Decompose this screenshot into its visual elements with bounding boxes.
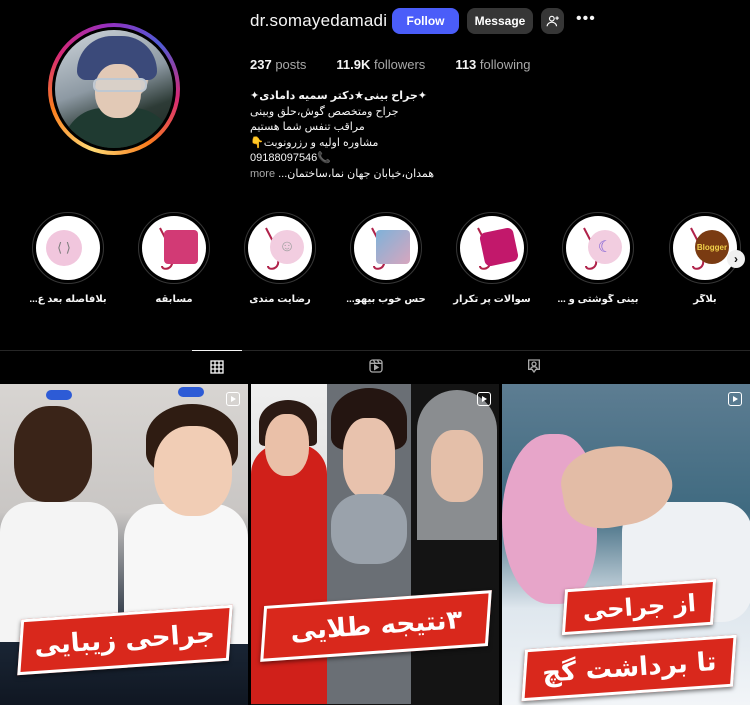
following-label: following [479, 57, 531, 72]
followers-label: followers [374, 57, 426, 72]
tab-reels[interactable] [351, 350, 401, 382]
tab-tagged[interactable] [509, 350, 559, 382]
profile-bio: ✦جراح بینی★دکتر سمیه دامادی✦ جراح ومتخصص… [250, 89, 520, 182]
grid-icon [210, 359, 224, 374]
bio-line: جراح ومتخصص گوش،حلق وبینی [250, 105, 399, 118]
add-user-icon [546, 15, 559, 27]
story-highlights: Blogger بلاگر ☾ بینی گوشتی و ... سوالات … [0, 212, 750, 312]
highlights-next-arrow-icon[interactable]: › [727, 250, 745, 268]
reel-badge-icon [477, 392, 491, 406]
posts-label: posts [275, 57, 307, 72]
highlight-fleshy-nose[interactable]: ☾ بینی گوشتی و ... [553, 212, 643, 305]
tab-posts[interactable] [192, 350, 242, 382]
smile-icon: ☺ [270, 230, 304, 264]
highlight-faq[interactable]: سوالات پر تکرار [447, 212, 537, 305]
grid-post[interactable]: ۳نتیجه طلایی [251, 384, 499, 705]
followers-stat[interactable]: 11.9K followers [336, 57, 425, 72]
suggested-users-button[interactable] [541, 8, 564, 34]
bio-phone: 09188097546📞 [250, 152, 331, 164]
grid-post[interactable]: جراحی زیبایی [0, 384, 248, 705]
highlight-good-feeling[interactable]: حس خوب بیهو... [341, 212, 431, 305]
bio-line: مشاوره اولیه و رزرونوبت👇 [250, 136, 379, 149]
highlight-after-surgery[interactable]: ⟨ ⟩ بلافاصله بعد ع... [23, 212, 113, 305]
profile-stats: 237 posts 11.9K followers 113 following [250, 57, 561, 72]
bio-line: ✦جراح بینی★دکتر سمیه دامادی✦ [250, 90, 427, 102]
post-caption-text: تا برداشت گچ [540, 647, 718, 689]
avatar-photo [55, 30, 173, 148]
highlight-label: بلافاصله بعد ع... [29, 294, 107, 305]
profile-avatar-ring[interactable] [48, 23, 180, 155]
profile-avatar [52, 27, 176, 151]
reel-badge-icon [728, 392, 742, 406]
posts-count: 237 [250, 57, 272, 72]
highlight-label: بینی گوشتی و ... [557, 294, 639, 305]
reels-icon [369, 359, 383, 373]
moon-icon: ☾ [588, 230, 622, 264]
bio-line: همدان،خیابان جهان نما،ساختمان... more [250, 167, 520, 183]
highlight-label: بلاگر [693, 294, 717, 305]
highlight-ring: Blogger [669, 212, 741, 284]
bio-line: مراقب تنفس شما هستیم [250, 121, 365, 133]
tagged-icon [528, 359, 540, 374]
gift-icon [164, 230, 198, 264]
highlight-label: مسابقه [155, 294, 193, 305]
highlight-satisfaction[interactable]: ☺ رضایت مندی [235, 212, 325, 305]
faq-badge-icon [478, 226, 520, 268]
message-button[interactable]: Message [467, 8, 533, 34]
post-caption-text: ۳نتیجه طلایی [288, 605, 464, 647]
lungs-icon: ⟨ ⟩ [46, 230, 82, 266]
photo-thumbnail-icon [376, 230, 410, 264]
bio-address: همدان،خیابان جهان نما،ساختمان... [278, 167, 435, 180]
highlight-label: سوالات پر تکرار [453, 294, 531, 305]
grid-post[interactable]: از جراحی تا برداشت گچ [502, 384, 750, 705]
post-caption-text: جراحی زیبایی [33, 618, 217, 662]
following-count: 113 [455, 57, 477, 72]
post-caption-bottom: تا برداشت گچ [521, 634, 737, 702]
highlight-label: حس خوب بیهو... [346, 294, 426, 305]
highlight-contest[interactable]: مسابقه [129, 212, 219, 305]
followers-count: 11.9K [336, 57, 371, 72]
bio-more-link[interactable]: more [250, 168, 275, 180]
blogger-badge-icon: Blogger [695, 230, 729, 264]
follow-button[interactable]: Follow [392, 8, 459, 34]
highlight-label: رضایت مندی [249, 294, 311, 305]
following-stat[interactable]: 113 following [455, 57, 530, 72]
posts-stat: 237 posts [250, 57, 306, 72]
reel-badge-icon [226, 392, 240, 406]
profile-username: dr.somayedamadi [250, 11, 388, 30]
posts-grid: جراحی زیبایی ۳نتیجه طلایی از جراحی تا بر… [0, 384, 750, 705]
options-icon[interactable]: ••• [576, 10, 596, 28]
post-caption-top: از جراحی [561, 578, 717, 636]
post-caption-text: از جراحی [581, 589, 697, 625]
